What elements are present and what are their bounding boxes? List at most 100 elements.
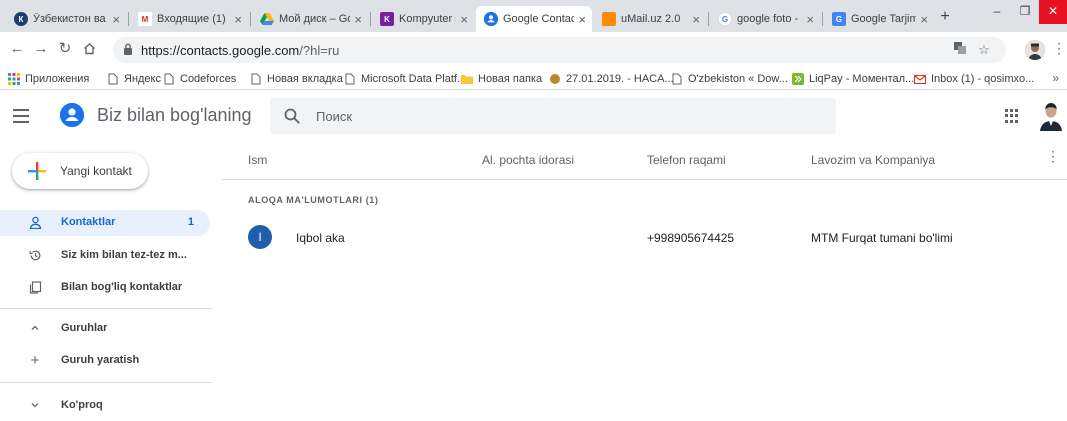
tab-title: Ўзбекистон ва <box>33 13 106 25</box>
site-favicon-icon <box>550 74 560 84</box>
back-arrow-icon[interactable]: ← <box>8 40 26 58</box>
close-tab-icon[interactable]: × <box>578 13 586 26</box>
contact-job: MTM Furqat tumani bo'limi <box>811 231 953 245</box>
browser-menu-icon[interactable]: ⋮ <box>1052 40 1066 57</box>
create-contact-button[interactable]: Yangi kontakt <box>12 153 148 189</box>
close-tab-icon[interactable]: × <box>460 13 468 26</box>
contact-name: Iqbol aka <box>296 231 345 245</box>
sidebar-item-label: Ko'proq <box>61 399 103 411</box>
browser-tab[interactable]: К Ўзбекистон ва × <box>6 6 126 32</box>
minimize-window-icon[interactable]: – <box>983 0 1011 24</box>
sidebar-item-create-label[interactable]: + Guruh yaratish <box>0 348 210 374</box>
sidebar-item-label: Kontaktlar <box>61 216 116 228</box>
home-icon[interactable] <box>80 40 98 58</box>
search-input[interactable]: Поиск <box>270 98 836 134</box>
google-apps-icon[interactable] <box>1005 109 1019 123</box>
main-menu-icon[interactable] <box>13 109 29 123</box>
forward-arrow-icon[interactable]: → <box>32 40 50 58</box>
page-icon <box>345 73 355 85</box>
contact-avatar[interactable]: I <box>248 225 272 249</box>
bookmark-uzbekiston[interactable]: O'zbekiston « Dow... <box>671 71 788 87</box>
tab-title: Мой диск – Go <box>279 13 351 25</box>
bookmark-label: Microsoft Data Platf... <box>361 73 467 85</box>
close-tab-icon[interactable]: × <box>112 13 120 26</box>
sidebar-divider <box>0 382 212 383</box>
bookmark-new-tab[interactable]: Новая вкладка <box>250 71 343 87</box>
lock-icon <box>124 43 132 55</box>
browser-tab[interactable]: uMail.uz 2.0 × <box>594 6 706 32</box>
bookmark-codeforces[interactable]: Codeforces <box>163 71 236 87</box>
browser-tab[interactable]: Мой диск – Go × <box>252 6 368 32</box>
app-title[interactable]: Biz bilan bog'laning <box>97 105 252 126</box>
search-placeholder: Поиск <box>316 109 353 124</box>
bookmark-label: LiqPay - Моментал... <box>809 73 915 85</box>
close-window-icon[interactable]: ✕ <box>1039 0 1067 24</box>
close-tab-icon[interactable]: × <box>806 13 814 26</box>
column-header-job: Lavozim va Kompaniya <box>811 153 936 167</box>
copy-icon <box>28 281 42 295</box>
browser-profile-avatar[interactable] <box>1025 40 1045 60</box>
chevron-up-icon <box>28 322 42 336</box>
sidebar-item-label: Guruhlar <box>61 322 108 334</box>
sidebar-item-label: Bilan bog'liq kontaktlar <box>61 281 183 293</box>
browser-tab-active[interactable]: Google Contact × <box>476 6 592 32</box>
bookmark-news[interactable]: 27.01.2019. - HACA... <box>549 71 674 87</box>
column-header-name[interactable]: Ism <box>248 153 267 167</box>
gmail-icon: M <box>138 12 152 26</box>
sidebar-item-contacts[interactable]: Kontaktlar 1 <box>0 210 210 236</box>
gmail-icon <box>914 75 926 84</box>
search-icon[interactable] <box>283 107 301 125</box>
translate-page-icon[interactable] <box>951 41 969 59</box>
reload-icon[interactable]: ↻ <box>56 40 74 58</box>
create-contact-label: Yangi kontakt <box>60 164 132 178</box>
sidebar-item-other-contacts[interactable]: Bilan bog'liq kontaktlar <box>0 275 210 301</box>
contacts-favicon-icon <box>484 12 498 26</box>
close-tab-icon[interactable]: × <box>920 13 928 26</box>
browser-tab[interactable]: M Входящие (1) × <box>130 6 248 32</box>
bookmark-label: Приложения <box>25 73 90 85</box>
site-favicon-icon: K <box>380 12 394 26</box>
table-row[interactable]: I Iqbol aka +998905674425 MTM Furqat tum… <box>222 222 1067 254</box>
bookmark-liqpay[interactable]: LiqPay - Моментал... <box>792 71 914 87</box>
bookmark-label: O'zbekiston « Dow... <box>688 73 788 85</box>
plus-icon: + <box>30 352 40 369</box>
tab-title: Google Contact <box>503 13 575 25</box>
bookmark-yandex[interactable]: Яндекс <box>107 71 161 87</box>
tab-title: Google Tarjim <box>851 13 917 25</box>
bookmark-apps[interactable]: Приложения <box>8 71 89 87</box>
address-bar[interactable]: https://contacts.google.com/?hl=ru ☆ <box>113 37 1006 63</box>
contacts-count: 1 <box>187 216 194 228</box>
section-label: ALOQA MA'LUMOTLARI (1) <box>248 195 379 205</box>
bookmark-folder[interactable]: Новая папка <box>461 71 542 87</box>
sidebar-item-frequent[interactable]: Siz kim bilan tez-tez m... <box>0 243 210 269</box>
table-header-divider <box>222 179 1067 180</box>
tab-title: uMail.uz 2.0 <box>621 13 681 25</box>
plus-icon <box>28 162 46 180</box>
bookmark-star-icon[interactable]: ☆ <box>975 41 993 59</box>
bookmarks-overflow-icon[interactable]: » <box>1052 71 1059 85</box>
close-tab-icon[interactable]: × <box>234 13 242 26</box>
browser-tab[interactable]: K Kompyuter sav × <box>372 6 474 32</box>
close-tab-icon[interactable]: × <box>692 13 700 26</box>
translate-icon: G <box>832 12 846 26</box>
bookmark-label: Inbox (1) - qosimxo... <box>931 73 1035 85</box>
page-icon <box>164 73 174 85</box>
site-favicon-icon: К <box>14 12 28 26</box>
google-icon: G <box>718 12 732 26</box>
page-icon <box>251 73 261 85</box>
browser-toolbar: ← → ↻ https://contacts.google.com/?hl=ru… <box>0 32 1067 68</box>
browser-tab[interactable]: G Google Tarjim × <box>824 6 934 32</box>
sidebar-item-more[interactable]: Ko'proq <box>0 393 210 419</box>
contact-phone: +998905674425 <box>647 231 735 245</box>
restore-window-icon[interactable]: ❐ <box>1011 0 1039 24</box>
close-tab-icon[interactable]: × <box>354 13 362 26</box>
browser-tab[interactable]: G google foto - × <box>710 6 820 32</box>
bookmark-inbox[interactable]: Inbox (1) - qosimxo... <box>914 71 1034 87</box>
page-icon <box>108 73 118 85</box>
bookmark-microsoft[interactable]: Microsoft Data Platf... <box>344 71 466 87</box>
more-options-icon[interactable]: ⋮ <box>1046 149 1060 163</box>
folder-icon <box>461 75 473 84</box>
account-avatar[interactable] <box>1038 101 1064 131</box>
new-tab-button[interactable]: + <box>935 7 955 27</box>
sidebar-item-labels[interactable]: Guruhlar <box>0 316 210 342</box>
